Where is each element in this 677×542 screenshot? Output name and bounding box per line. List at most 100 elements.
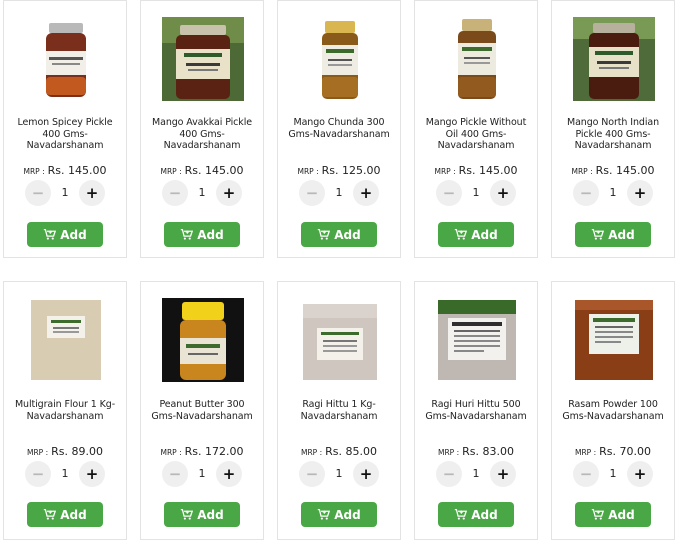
price-value: Rs. 172.00 xyxy=(184,445,244,458)
decrease-quantity-button[interactable]: − xyxy=(299,461,325,487)
increase-quantity-button[interactable]: + xyxy=(627,461,653,487)
product-card: Peanut Butter 300 Gms-Navadarshanam MRP … xyxy=(140,281,264,540)
quantity-stepper: − 1 + xyxy=(299,180,379,206)
price-value: Rs. 145.00 xyxy=(47,164,107,177)
quantity-value[interactable]: 1 xyxy=(51,180,79,206)
cart-plus-icon xyxy=(181,228,194,240)
quantity-value[interactable]: 1 xyxy=(325,180,353,206)
product-image[interactable] xyxy=(25,298,107,382)
product-name[interactable]: Lemon Spicey Pickle 400 Gms-Navadarshana… xyxy=(10,117,120,152)
product-image[interactable] xyxy=(162,298,244,382)
product-image[interactable] xyxy=(25,17,107,101)
add-button-label: Add xyxy=(197,227,224,242)
product-name[interactable]: Ragi Hittu 1 Kg-Navadarshanam xyxy=(284,399,394,422)
product-card: Lemon Spicey Pickle 400 Gms-Navadarshana… xyxy=(3,0,127,258)
product-name[interactable]: Peanut Butter 300 Gms-Navadarshanam xyxy=(147,399,257,422)
decrease-quantity-button[interactable]: − xyxy=(436,461,462,487)
price-value: Rs. 145.00 xyxy=(184,164,244,177)
product-image[interactable] xyxy=(573,298,655,382)
increase-quantity-button[interactable]: + xyxy=(216,180,242,206)
quantity-stepper: − 1 + xyxy=(25,180,105,206)
jar-icon xyxy=(299,17,381,101)
increase-quantity-button[interactable]: + xyxy=(490,461,516,487)
increase-quantity-button[interactable]: + xyxy=(353,180,379,206)
product-name[interactable]: Rasam Powder 100 Gms-Navadarshanam xyxy=(558,399,668,422)
product-card: Mango Chunda 300 Gms-Navadarshanam MRP :… xyxy=(277,0,401,258)
product-name[interactable]: Mango North Indian Pickle 400 Gms-Navada… xyxy=(558,117,668,152)
decrease-quantity-button[interactable]: − xyxy=(162,180,188,206)
quantity-stepper: − 1 + xyxy=(162,180,242,206)
decrease-quantity-button[interactable]: − xyxy=(299,180,325,206)
product-name[interactable]: Mango Pickle Without Oil 400 Gms-Navadar… xyxy=(421,117,531,152)
quantity-value[interactable]: 1 xyxy=(599,180,627,206)
mrp-label: MRP : xyxy=(23,167,45,176)
quantity-value[interactable]: 1 xyxy=(462,180,490,206)
product-card: Multigrain Flour 1 Kg-Navadarshanam MRP … xyxy=(3,281,127,540)
increase-quantity-button[interactable]: + xyxy=(79,461,105,487)
decrease-quantity-button[interactable]: − xyxy=(573,461,599,487)
pickle-jar-icon xyxy=(25,17,107,101)
product-name[interactable]: Ragi Huri Hittu 500 Gms-Navadarshanam xyxy=(421,399,531,422)
quantity-value[interactable]: 1 xyxy=(188,461,216,487)
decrease-quantity-button[interactable]: − xyxy=(25,461,51,487)
add-to-cart-button[interactable]: Add xyxy=(27,222,103,247)
ragi-bag-icon xyxy=(299,298,381,382)
add-to-cart-button[interactable]: Add xyxy=(301,222,377,247)
product-price: MRP : Rs. 83.00 xyxy=(415,445,537,458)
product-name[interactable]: Mango Chunda 300 Gms-Navadarshanam xyxy=(284,117,394,140)
quantity-value[interactable]: 1 xyxy=(188,180,216,206)
quantity-stepper: − 1 + xyxy=(573,180,653,206)
mrp-label: MRP : xyxy=(438,448,460,457)
quantity-value[interactable]: 1 xyxy=(325,461,353,487)
pickle-jar-icon xyxy=(573,17,655,101)
add-to-cart-button[interactable]: Add xyxy=(301,502,377,527)
quantity-stepper: − 1 + xyxy=(436,461,516,487)
mrp-label: MRP : xyxy=(575,448,597,457)
jar-icon xyxy=(436,17,518,101)
add-button-label: Add xyxy=(608,507,635,522)
add-to-cart-button[interactable]: Add xyxy=(438,222,514,247)
add-to-cart-button[interactable]: Add xyxy=(575,222,651,247)
add-to-cart-button[interactable]: Add xyxy=(27,502,103,527)
decrease-quantity-button[interactable]: − xyxy=(436,180,462,206)
increase-quantity-button[interactable]: + xyxy=(353,461,379,487)
cart-plus-icon xyxy=(318,508,331,520)
decrease-quantity-button[interactable]: − xyxy=(162,461,188,487)
add-button-label: Add xyxy=(60,227,87,242)
quantity-value[interactable]: 1 xyxy=(462,461,490,487)
add-to-cart-button[interactable]: Add xyxy=(164,222,240,247)
rasam-powder-pack-icon xyxy=(573,298,655,382)
mrp-label: MRP : xyxy=(160,167,182,176)
increase-quantity-button[interactable]: + xyxy=(627,180,653,206)
product-image[interactable] xyxy=(573,17,655,101)
add-to-cart-button[interactable]: Add xyxy=(164,502,240,527)
increase-quantity-button[interactable]: + xyxy=(79,180,105,206)
add-button-label: Add xyxy=(334,507,361,522)
add-to-cart-button[interactable]: Add xyxy=(438,502,514,527)
product-grid: Lemon Spicey Pickle 400 Gms-Navadarshana… xyxy=(0,0,677,542)
increase-quantity-button[interactable]: + xyxy=(216,461,242,487)
increase-quantity-button[interactable]: + xyxy=(490,180,516,206)
price-value: Rs. 70.00 xyxy=(599,445,651,458)
product-image[interactable] xyxy=(436,17,518,101)
mrp-label: MRP : xyxy=(160,448,182,457)
product-image[interactable] xyxy=(162,17,244,101)
mrp-label: MRP : xyxy=(301,448,323,457)
product-name[interactable]: Multigrain Flour 1 Kg-Navadarshanam xyxy=(10,399,120,422)
product-price: MRP : Rs. 172.00 xyxy=(141,445,263,458)
ragi-bag-icon xyxy=(436,298,518,382)
cart-plus-icon xyxy=(318,228,331,240)
quantity-stepper: − 1 + xyxy=(25,461,105,487)
decrease-quantity-button[interactable]: − xyxy=(573,180,599,206)
product-image[interactable] xyxy=(299,17,381,101)
add-to-cart-button[interactable]: Add xyxy=(575,502,651,527)
add-button-label: Add xyxy=(60,507,87,522)
price-value: Rs. 85.00 xyxy=(325,445,377,458)
decrease-quantity-button[interactable]: − xyxy=(25,180,51,206)
quantity-value[interactable]: 1 xyxy=(51,461,79,487)
product-name[interactable]: Mango Avakkai Pickle 400 Gms-Navadarshan… xyxy=(147,117,257,152)
product-image[interactable] xyxy=(436,298,518,382)
quantity-value[interactable]: 1 xyxy=(599,461,627,487)
product-image[interactable] xyxy=(299,298,381,382)
cart-plus-icon xyxy=(592,228,605,240)
